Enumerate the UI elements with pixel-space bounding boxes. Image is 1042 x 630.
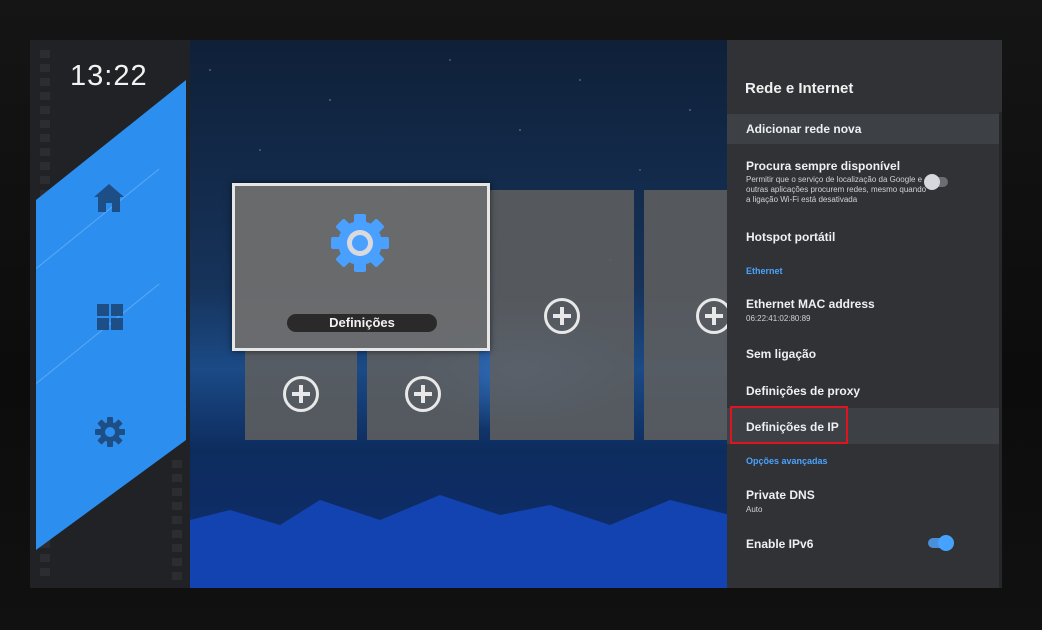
settings-gear-icon[interactable] bbox=[94, 416, 126, 448]
scanning-toggle[interactable] bbox=[924, 174, 948, 190]
highlight-box bbox=[730, 406, 848, 444]
portable-hotspot-item[interactable]: Hotspot portátil bbox=[727, 222, 1002, 252]
apps-grid-icon[interactable] bbox=[96, 303, 124, 331]
private-dns-item[interactable]: Private DNS Auto bbox=[727, 480, 1002, 516]
empty-app-tile[interactable] bbox=[644, 190, 730, 440]
settings-tile-label: Definições bbox=[287, 314, 437, 332]
empty-app-tile[interactable] bbox=[490, 190, 634, 440]
ipv6-toggle[interactable] bbox=[928, 535, 954, 551]
toggle-knob bbox=[938, 535, 954, 551]
launcher-sidebar: 13:22 bbox=[30, 40, 190, 588]
panel-scroll-edge bbox=[999, 112, 1002, 588]
scanning-always-available-item[interactable]: Procura sempre disponível Permitir que o… bbox=[727, 152, 1002, 214]
section-ethernet: Ethernet bbox=[746, 266, 783, 276]
settings-gear-icon bbox=[327, 210, 393, 281]
home-icon[interactable] bbox=[92, 182, 126, 214]
toggle-knob bbox=[924, 174, 940, 190]
add-circle-icon bbox=[283, 376, 319, 412]
panel-title: Rede e Internet bbox=[745, 80, 854, 97]
ethernet-mac-item[interactable]: Ethernet MAC address 06:22:41:02:80:89 bbox=[727, 290, 1002, 326]
home-wallpaper: Definições bbox=[190, 40, 730, 588]
settings-app-tile[interactable]: Definições bbox=[232, 183, 490, 351]
empty-app-tile[interactable] bbox=[367, 348, 479, 440]
film-strip-right bbox=[172, 460, 182, 580]
add-circle-icon bbox=[405, 376, 441, 412]
add-circle-icon bbox=[696, 298, 730, 334]
enable-ipv6-item[interactable]: Enable IPv6 bbox=[727, 528, 1002, 558]
tv-screen: 13:22 Definições Rede e Internet Adicion… bbox=[30, 40, 1002, 588]
add-network-item[interactable]: Adicionar rede nova bbox=[727, 114, 1002, 144]
mountain-silhouette bbox=[190, 495, 730, 588]
proxy-settings-item[interactable]: Definições de proxy bbox=[727, 376, 1002, 406]
clock: 13:22 bbox=[70, 60, 148, 92]
empty-app-tile[interactable] bbox=[245, 348, 357, 440]
section-advanced-options: Opções avançadas bbox=[746, 456, 828, 466]
add-circle-icon bbox=[544, 298, 580, 334]
no-connection-item[interactable]: Sem ligação bbox=[727, 340, 1002, 370]
network-settings-panel: Rede e Internet Adicionar rede nova Proc… bbox=[727, 40, 1002, 588]
